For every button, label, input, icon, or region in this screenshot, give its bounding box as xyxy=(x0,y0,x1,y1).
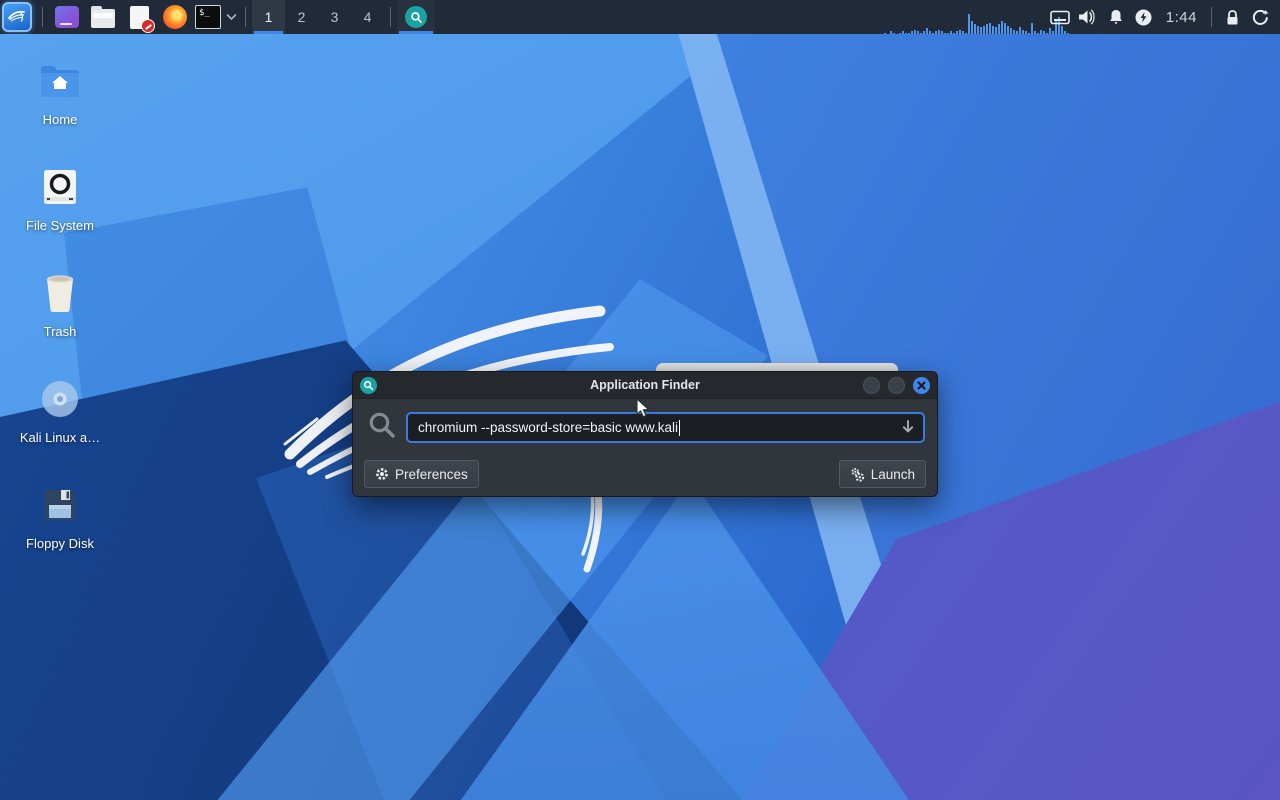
cd-disc-icon xyxy=(40,379,80,419)
firefox-icon xyxy=(163,5,187,29)
logout-icon xyxy=(1252,9,1269,26)
lock-screen-button[interactable] xyxy=(1218,0,1246,34)
desktop-icon-label: Home xyxy=(12,112,108,127)
desktop-icon-label: File System xyxy=(12,218,108,233)
workspace-1[interactable]: 1 xyxy=(252,0,285,34)
application-finder-window: Application Finder chromium --password-s… xyxy=(352,371,938,497)
desktop-icon-label: Floppy Disk xyxy=(12,536,108,551)
desktop: Home File System Trash Kali Linux a… Flo… xyxy=(0,34,1280,800)
keyboard-tray-button[interactable] xyxy=(1046,0,1074,34)
workspace-2[interactable]: 2 xyxy=(285,0,318,34)
lock-icon xyxy=(1225,9,1240,26)
preferences-button[interactable]: Preferences xyxy=(364,460,479,488)
launch-label: Launch xyxy=(871,467,915,482)
top-panel: $_ 1 2 3 4 1:44 xyxy=(0,0,1280,34)
terminal-icon: $_ xyxy=(195,5,221,29)
taskbar-application-finder-button[interactable] xyxy=(397,0,435,34)
desktop-icon-file-system[interactable]: File System xyxy=(12,164,108,233)
titlebar[interactable]: Application Finder xyxy=(353,372,937,399)
desktop-icon-home[interactable]: Home xyxy=(12,58,108,127)
text-editor-icon xyxy=(130,6,149,29)
arrow-down-icon xyxy=(901,419,915,435)
desktop-icon-label: Trash xyxy=(12,324,108,339)
panel-separator xyxy=(42,7,43,27)
workspace-switcher: 1 2 3 4 xyxy=(252,0,384,34)
gear-icon xyxy=(375,467,389,481)
applications-menu-button[interactable] xyxy=(2,2,32,32)
dashboard-launcher[interactable] xyxy=(52,2,82,32)
command-input[interactable]: chromium --password-store=basic www.kali xyxy=(406,412,925,443)
volume-icon xyxy=(1078,9,1097,25)
file-manager-launcher[interactable] xyxy=(88,2,118,32)
power-manager-tray-button[interactable] xyxy=(1130,0,1158,34)
home-folder-icon xyxy=(39,63,81,99)
chevron-down-icon[interactable] xyxy=(226,8,237,26)
command-input-value: chromium --password-store=basic www.kali xyxy=(418,420,678,435)
hard-disk-icon xyxy=(41,168,79,206)
logout-button[interactable] xyxy=(1246,0,1274,34)
volume-tray-button[interactable] xyxy=(1074,0,1102,34)
notifications-tray-button[interactable] xyxy=(1102,0,1130,34)
close-icon xyxy=(917,381,926,390)
kali-logo-icon xyxy=(7,5,27,30)
notification-bell-icon xyxy=(1108,9,1124,25)
desktop-icon-trash[interactable]: Trash xyxy=(12,270,108,339)
desktop-icon-floppy-disk[interactable]: Floppy Disk xyxy=(12,482,108,551)
text-editor-launcher[interactable] xyxy=(124,2,154,32)
minimize-button[interactable] xyxy=(863,377,880,394)
window-title: Application Finder xyxy=(353,378,937,392)
launch-button[interactable]: Launch xyxy=(839,460,926,488)
power-manager-icon xyxy=(1135,9,1152,26)
workspace-4[interactable]: 4 xyxy=(351,0,384,34)
preferences-label: Preferences xyxy=(395,467,468,482)
keyboard-icon xyxy=(1050,10,1070,25)
cpu-graph[interactable] xyxy=(876,0,1046,34)
floppy-disk-icon xyxy=(41,486,79,524)
mouse-cursor xyxy=(636,398,651,419)
text-caret xyxy=(679,420,681,436)
panel-separator xyxy=(390,7,391,27)
trash-icon xyxy=(42,273,78,313)
application-finder-icon xyxy=(405,6,427,28)
terminal-launcher[interactable]: $_ xyxy=(195,5,237,29)
maximize-button[interactable] xyxy=(888,377,905,394)
workspace-3[interactable]: 3 xyxy=(318,0,351,34)
run-gears-icon xyxy=(850,467,865,482)
desktop-icon-kali-linux-cd[interactable]: Kali Linux a… xyxy=(12,376,108,445)
firefox-launcher[interactable] xyxy=(160,2,190,32)
panel-separator xyxy=(1211,7,1212,27)
panel-separator xyxy=(245,7,246,27)
file-manager-icon xyxy=(91,9,115,28)
desktop-icon-label: Kali Linux a… xyxy=(12,430,108,445)
search-icon xyxy=(367,410,397,445)
dashboard-icon xyxy=(55,6,79,28)
history-dropdown-button[interactable] xyxy=(901,419,915,440)
clock[interactable]: 1:44 xyxy=(1158,9,1205,26)
close-button[interactable] xyxy=(913,377,930,394)
